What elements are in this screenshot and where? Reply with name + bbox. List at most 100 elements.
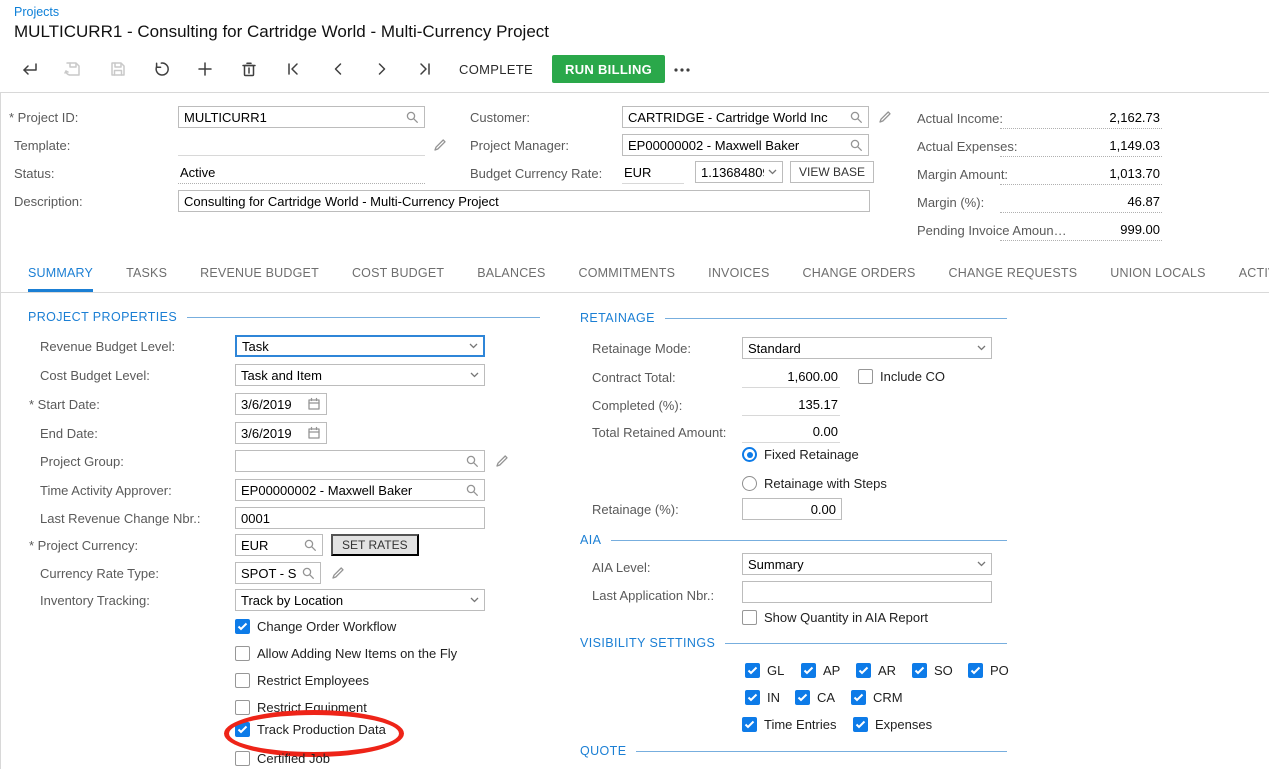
project-group-label: Project Group:	[40, 451, 124, 473]
set-rates-button[interactable]: SET RATES	[331, 534, 419, 556]
checkbox-gl[interactable]: GL	[745, 663, 784, 678]
search-icon[interactable]	[465, 454, 479, 468]
checkbox-include-co[interactable]: Include CO	[858, 369, 945, 384]
inventory-tracking-select[interactable]: Track by Location	[235, 589, 485, 611]
pencil-icon	[495, 454, 509, 468]
project-currency-input[interactable]: EUR	[235, 534, 323, 556]
checkbox-time-entries[interactable]: Time Entries	[742, 717, 836, 732]
customer-input[interactable]: CARTRIDGE - Cartridge World Inc	[622, 106, 869, 128]
radio-fixed-retainage[interactable]: Fixed Retainage	[742, 447, 859, 462]
go-prev-button[interactable]	[324, 56, 352, 82]
project-id-input[interactable]: MULTICURR1	[178, 106, 425, 128]
prev-record-icon	[329, 60, 347, 78]
last-application-input[interactable]	[742, 581, 992, 603]
save-button	[104, 56, 132, 82]
back-button[interactable]	[16, 56, 44, 82]
checkbox-crm[interactable]: CRM	[851, 690, 903, 705]
checkbox-so[interactable]: SO	[912, 663, 953, 678]
template-edit-button[interactable]	[433, 138, 447, 152]
start-date-input[interactable]: 3/6/2019	[235, 393, 327, 415]
retainage-mode-select[interactable]: Standard	[742, 337, 992, 359]
cancel-undo-button[interactable]	[147, 56, 175, 82]
tab-invoices[interactable]: INVOICES	[708, 256, 769, 292]
template-field[interactable]	[178, 134, 425, 156]
save-close-button	[59, 56, 87, 82]
tab-union-locals[interactable]: UNION LOCALS	[1110, 256, 1205, 292]
run-billing-button[interactable]: RUN BILLING	[552, 55, 665, 83]
complete-button[interactable]: COMPLETE	[453, 56, 539, 82]
tab-balances[interactable]: BALANCES	[477, 256, 545, 292]
aia-level-select[interactable]: Summary	[742, 553, 992, 575]
checkbox-restrict-employees[interactable]: Restrict Employees	[235, 673, 369, 688]
budget-currency-value: EUR	[622, 162, 684, 184]
checkbox-unchecked-icon	[235, 700, 250, 715]
go-last-button[interactable]	[411, 56, 439, 82]
go-first-button[interactable]	[279, 56, 307, 82]
checkbox-certified-job[interactable]: Certified Job	[235, 751, 330, 766]
plus-icon	[196, 60, 214, 78]
checkbox-expenses[interactable]: Expenses	[853, 717, 932, 732]
section-rule	[187, 317, 540, 318]
search-icon[interactable]	[849, 110, 863, 124]
project-group-edit-button[interactable]	[495, 454, 509, 468]
checkbox-in[interactable]: IN	[745, 690, 780, 705]
checkbox-checked-icon	[745, 663, 760, 678]
checkbox-change-order-workflow[interactable]: Change Order Workflow	[235, 619, 396, 634]
view-base-button[interactable]: VIEW BASE	[790, 161, 874, 183]
end-date-input[interactable]: 3/6/2019	[235, 422, 327, 444]
checkbox-label: Time Entries	[764, 717, 836, 732]
tab-summary[interactable]: SUMMARY	[28, 256, 93, 292]
checkbox-ap[interactable]: AP	[801, 663, 840, 678]
customer-label: Customer:	[470, 107, 530, 129]
calendar-icon[interactable]	[307, 426, 321, 440]
inventory-tracking-label: Inventory Tracking:	[40, 590, 150, 612]
tab-tasks[interactable]: TASKS	[126, 256, 167, 292]
search-icon[interactable]	[303, 538, 317, 552]
checkbox-checked-icon	[912, 663, 927, 678]
tab-change-orders[interactable]: CHANGE ORDERS	[802, 256, 915, 292]
currency-rate-type-label: Currency Rate Type:	[40, 563, 159, 585]
checkbox-po[interactable]: PO	[968, 663, 1009, 678]
customer-edit-button[interactable]	[878, 110, 892, 124]
breadcrumb-projects-link[interactable]: Projects	[14, 5, 59, 19]
currency-rate-select[interactable]: 1.13684809	[695, 161, 783, 183]
description-input[interactable]: Consulting for Cartridge World - Multi-C…	[178, 190, 870, 212]
tab-revenue-budget[interactable]: REVENUE BUDGET	[200, 256, 319, 292]
calendar-icon[interactable]	[307, 397, 321, 411]
checkbox-label: AP	[823, 663, 840, 678]
go-next-button[interactable]	[368, 56, 396, 82]
currency-rate-type-input[interactable]: SPOT - Spo	[235, 562, 321, 584]
add-new-button[interactable]	[191, 56, 219, 82]
checkbox-unchecked-icon	[235, 673, 250, 688]
completed-pct-value: 135.17	[742, 394, 840, 416]
project-group-input[interactable]	[235, 450, 485, 472]
cost-budget-level-select[interactable]: Task and Item	[235, 364, 485, 386]
more-actions-button[interactable]	[668, 56, 696, 82]
delete-button[interactable]	[235, 56, 263, 82]
retainage-pct-input[interactable]: 0.00	[742, 498, 842, 520]
time-activity-approver-input[interactable]: EP00000002 - Maxwell Baker	[235, 479, 485, 501]
ellipsis-icon	[672, 60, 692, 78]
tab-change-requests[interactable]: CHANGE REQUESTS	[949, 256, 1078, 292]
search-icon[interactable]	[465, 483, 479, 497]
search-icon[interactable]	[301, 566, 315, 580]
checkbox-ar[interactable]: AR	[856, 663, 896, 678]
radio-retainage-with-steps[interactable]: Retainage with Steps	[742, 476, 887, 491]
revenue-budget-level-select[interactable]: Task	[235, 335, 485, 357]
checkbox-checked-icon	[742, 717, 757, 732]
quote-header: QUOTE	[580, 744, 1007, 758]
checkbox-allow-adding-new-items[interactable]: Allow Adding New Items on the Fly	[235, 646, 457, 661]
search-icon[interactable]	[405, 110, 419, 124]
tab-cost-budget[interactable]: COST BUDGET	[352, 256, 444, 292]
project-manager-input[interactable]: EP00000002 - Maxwell Baker	[622, 134, 869, 156]
currency-rate-type-edit-button[interactable]	[331, 566, 345, 580]
last-revenue-change-input[interactable]: 0001	[235, 507, 485, 529]
search-icon[interactable]	[849, 138, 863, 152]
checkbox-checked-icon	[851, 690, 866, 705]
tab-activities[interactable]: ACTIVITIES	[1239, 256, 1269, 292]
chevron-down-icon	[977, 345, 986, 351]
cost-budget-level-label: Cost Budget Level:	[40, 365, 150, 387]
tab-commitments[interactable]: COMMITMENTS	[579, 256, 676, 292]
checkbox-show-quantity-aia[interactable]: Show Quantity in AIA Report	[742, 610, 928, 625]
checkbox-ca[interactable]: CA	[795, 690, 835, 705]
